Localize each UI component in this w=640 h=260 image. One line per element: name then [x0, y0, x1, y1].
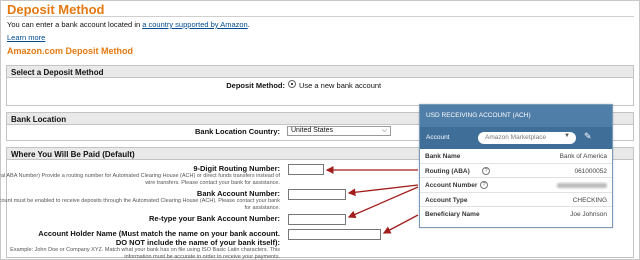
account-selector-value: Amazon Marketplace: [485, 134, 547, 141]
receiving-account-card: USD RECEIVING ACCOUNT (ACH) Account Amaz…: [419, 104, 613, 228]
card-account-bar: Account Amazon Marketplace ▼ ✎: [420, 127, 612, 149]
bank-name-value: Bank of America: [559, 153, 607, 160]
card-row-routing: Routing (ABA) ? 061000052: [420, 164, 612, 179]
card-header: USD RECEIVING ACCOUNT (ACH): [420, 105, 612, 127]
routing-aba-value: 061000052: [574, 167, 607, 175]
account-type-label: Account Type: [425, 196, 468, 204]
card-row-account-number: Account Number ?: [420, 178, 612, 193]
routing-aba-label: Routing (ABA): [425, 167, 470, 175]
pencil-icon[interactable]: ✎: [584, 131, 592, 142]
bank-name-label: Bank Name: [425, 153, 461, 160]
info-icon[interactable]: ?: [482, 166, 490, 175]
card-account-label: Account: [426, 134, 450, 141]
chevron-down-icon: ▼: [564, 133, 570, 139]
beneficiary-value: Joe Johnson: [570, 211, 607, 219]
account-number-card-label: Account Number: [425, 182, 478, 190]
beneficiary-label: Beneficiary Name: [425, 211, 480, 219]
account-type-value: CHECKING: [572, 196, 607, 204]
card-row-account-type: Account Type CHECKING: [420, 193, 612, 208]
info-icon[interactable]: ?: [480, 181, 488, 190]
holder-arrow: [382, 214, 419, 234]
account-selector[interactable]: Amazon Marketplace ▼: [478, 132, 576, 144]
card-row-beneficiary: Beneficiary Name Joe Johnson: [420, 207, 612, 222]
card-row-bank-name: Bank Name Bank of America: [420, 149, 612, 164]
redacted-account-number: [557, 183, 607, 189]
